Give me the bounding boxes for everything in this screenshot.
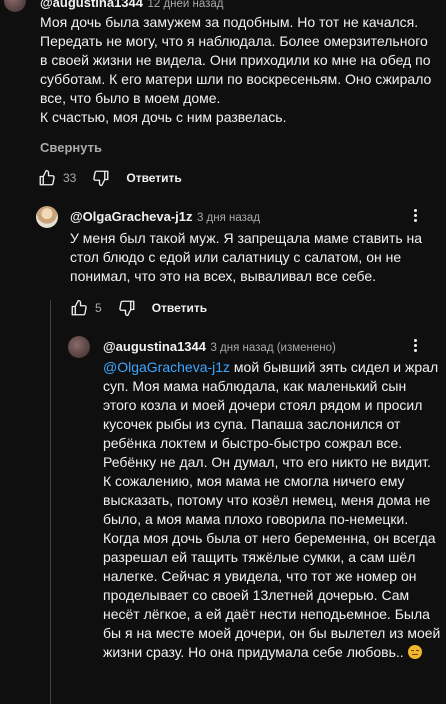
reply-author[interactable]: @OlgaGracheva-j1z: [70, 209, 193, 224]
reply-actions: 5 Ответить: [70, 298, 207, 318]
comment-text: Моя дочь была замужем за подобным. Но то…: [40, 14, 432, 125]
reply-header: @augustina1344 3 дня назад (изменено): [103, 338, 336, 356]
thread-line: [50, 300, 51, 704]
like-count: 33: [63, 171, 77, 185]
like-icon[interactable]: [38, 169, 56, 187]
collapse-button[interactable]: Свернуть: [40, 140, 102, 155]
more-options-icon[interactable]: [414, 337, 418, 354]
reply-author[interactable]: @augustina1344: [103, 339, 206, 354]
more-options-icon[interactable]: [414, 207, 418, 224]
comment-actions: 33 Ответить: [38, 168, 182, 188]
comment-author[interactable]: @augustina1344: [40, 0, 143, 10]
unamused-face-icon: [407, 645, 422, 659]
comment-header: @augustina1344 12 дней назад: [40, 0, 224, 12]
reply-text: @OlgaGracheva-j1z мой бывший зять сидел …: [103, 358, 441, 662]
reply-button[interactable]: Ответить: [126, 171, 181, 185]
dislike-icon[interactable]: [92, 169, 110, 187]
reply-time[interactable]: 3 дня назад (изменено): [210, 342, 335, 354]
reply-button[interactable]: Ответить: [152, 301, 207, 315]
comment-time[interactable]: 12 дней назад: [147, 0, 223, 10]
reply-body: мой бывший зять сидел и жрал суп. Моя ма…: [103, 359, 441, 660]
dislike-icon[interactable]: [118, 299, 136, 317]
reply-header: @OlgaGracheva-j1z 3 дня назад: [70, 208, 260, 226]
reply-text: У меня был такой муж. Я запрещала маме с…: [70, 230, 423, 284]
like-icon[interactable]: [70, 299, 88, 317]
reply-time[interactable]: 3 дня назад: [197, 212, 260, 224]
like-count: 5: [95, 301, 102, 315]
avatar[interactable]: [4, 0, 26, 12]
avatar[interactable]: [36, 206, 58, 228]
mention-link[interactable]: @OlgaGracheva-j1z: [103, 359, 230, 375]
avatar[interactable]: [68, 336, 90, 358]
